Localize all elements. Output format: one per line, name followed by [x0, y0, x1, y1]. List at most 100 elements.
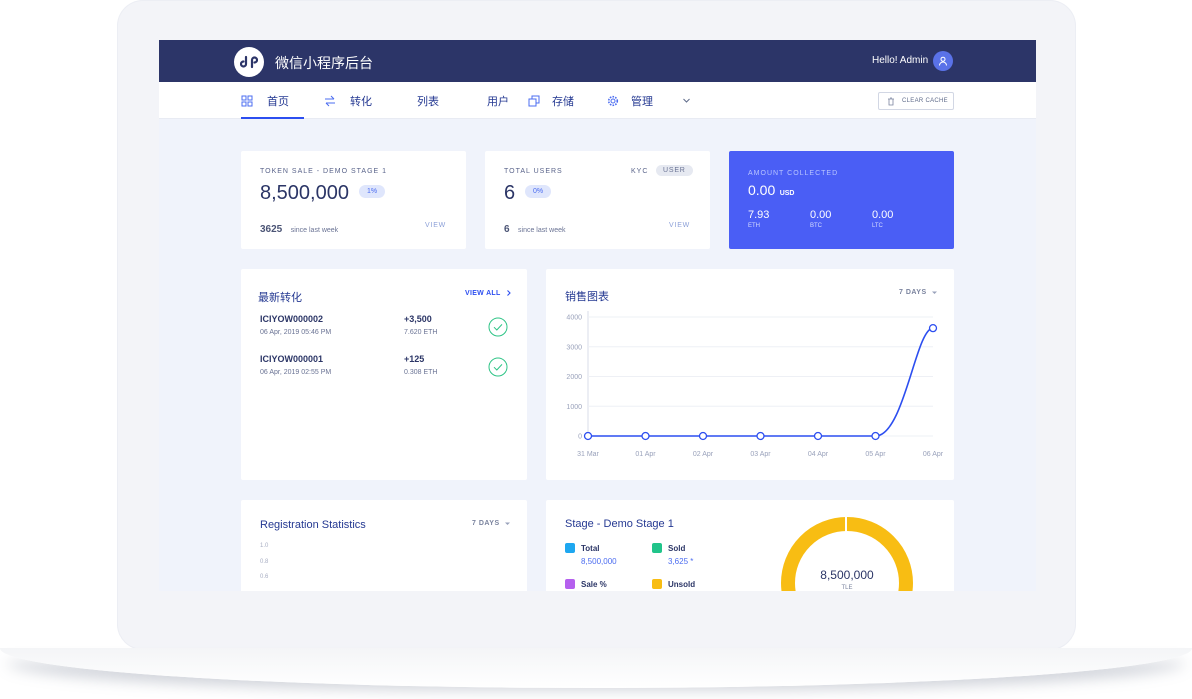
check-circle-icon	[488, 357, 508, 377]
trash-icon	[888, 97, 894, 105]
data-point	[756, 431, 765, 441]
legend-value: 3,625 *	[668, 557, 694, 566]
nav-item-convert[interactable]: 转化	[324, 82, 372, 119]
list-item[interactable]: ICIYOW000001 06 Apr, 2019 02:55 PM +125 …	[260, 354, 512, 384]
list-item[interactable]: ICIYOW000002 06 Apr, 2019 05:46 PM +3,50…	[260, 314, 512, 344]
registration-title: Registration Statistics	[260, 519, 366, 531]
y-tick-label: 4000	[566, 315, 582, 322]
token-since-value: 3625	[260, 224, 283, 235]
y-tick: 0.8	[260, 559, 269, 565]
registration-range-label: 7 DAYS	[472, 520, 500, 527]
y-tick-label: 1000	[566, 404, 582, 411]
legend-swatch	[652, 579, 662, 589]
legend-swatch	[565, 543, 575, 553]
registration-range-dropdown[interactable]: 7 DAYS	[472, 520, 511, 527]
legend-name: Total	[581, 544, 600, 553]
nav-item-home[interactable]: 首页	[241, 82, 304, 119]
view-all-link[interactable]: VIEW ALL	[465, 289, 513, 297]
amount-unit: USD	[779, 190, 795, 197]
grid-icon	[241, 95, 253, 106]
dashboard-screen: 微信小程序后台 Hello! Admin 首页 转化 列表 用户 存储 管理 C…	[159, 40, 1036, 591]
coin-btc: 0.00 BTC	[810, 209, 831, 229]
y-tick-label: 0	[578, 434, 582, 441]
x-tick-label: 02 Apr	[693, 451, 714, 458]
total-users-badge: 0%	[525, 185, 552, 198]
token-since-text: since last week	[290, 227, 339, 234]
kyc-tag[interactable]: KYC	[631, 168, 648, 175]
legend-name: Unsold	[668, 580, 696, 589]
main-nav: 首页 转化 列表 用户 存储 管理 CLEAR CACHE	[159, 82, 1036, 119]
nav-item-list[interactable]: 列表	[417, 82, 439, 119]
stage-title: Stage - Demo Stage 1	[565, 518, 674, 530]
registration-card: Registration Statistics 7 DAYS 1.0 0.8 0…	[241, 500, 527, 591]
conversion-eth: 7.620 ETH	[404, 329, 438, 336]
swap-icon	[325, 95, 335, 106]
conversion-id: ICIYOW000001	[260, 354, 324, 364]
recent-title: 最新转化	[258, 291, 302, 304]
nav-more-dropdown[interactable]	[682, 82, 691, 119]
nav-label: 转化	[350, 94, 372, 108]
token-view-link[interactable]: VIEW	[425, 222, 446, 229]
total-users-label: TOTAL USERS	[504, 168, 563, 175]
nav-item-users[interactable]: 用户	[487, 82, 509, 119]
x-tick-label: 04 Apr	[808, 451, 829, 458]
x-tick-label: 01 Apr	[635, 451, 656, 458]
series-line	[588, 327, 934, 437]
coin-ltc: 0.00 LTC	[872, 209, 893, 229]
legend-value: 8,500,000	[581, 557, 617, 566]
token-sale-label: TOKEN SALE - DEMO STAGE 1	[260, 168, 388, 175]
sales-chart-card: 销售图表 7 DAYS 4000 3000 2000 1000 0 31 Mar 01 Ap…	[546, 269, 954, 480]
data-point	[641, 431, 650, 441]
clear-cache-button[interactable]: CLEAR CACHE	[878, 92, 954, 110]
chevron-down-icon	[683, 98, 690, 103]
top-bar: 微信小程序后台 Hello! Admin	[159, 40, 1036, 82]
data-point	[813, 431, 823, 441]
legend-swatch	[565, 579, 575, 589]
gear-icon	[607, 95, 619, 106]
data-point	[871, 431, 880, 441]
x-tick-label: 05 Apr	[865, 451, 886, 458]
donut-center-value: 8,500,000	[820, 568, 874, 582]
y-tick: 0.6	[260, 574, 269, 580]
check-circle-icon	[488, 317, 508, 337]
nav-item-manage[interactable]: 管理	[607, 82, 653, 119]
sales-line-chart: 4000 3000 2000 1000 0 31 Mar 01 Apr 02 Apr 03 Ap…	[566, 311, 944, 458]
data-point	[698, 431, 708, 441]
token-sale-badge: 1%	[359, 185, 386, 198]
clear-cache-label: CLEAR CACHE	[902, 98, 948, 104]
conversion-amount: +125	[404, 354, 425, 364]
chevron-right-icon	[506, 290, 511, 296]
y-tick-label: 3000	[566, 344, 582, 351]
y-tick-label: 2000	[566, 374, 582, 381]
app-logo-icon[interactable]	[234, 47, 264, 77]
caret-down-icon	[504, 522, 510, 525]
users-since-value: 6	[504, 224, 510, 235]
coin-eth: 7.93 ETH	[748, 209, 769, 229]
nav-item-storage[interactable]: 存储	[528, 82, 574, 119]
conversion-amount: +3,500	[404, 314, 432, 324]
nav-label: 用户	[487, 94, 509, 108]
legend-name: Sale %	[581, 580, 607, 589]
users-view-link[interactable]: VIEW	[669, 222, 690, 229]
amount-collected-card: AMOUNT COLLECTED 0.00 USD 7.93 ETH 0.00 …	[729, 151, 954, 249]
user-tag[interactable]: USER	[656, 165, 693, 176]
y-tick: 1.0	[260, 543, 269, 549]
token-sale-card: TOKEN SALE - DEMO STAGE 1 8,500,000 1% 3…	[241, 151, 466, 249]
total-users-value: 6	[504, 182, 516, 204]
stage-card: Stage - Demo Stage 1 Total 8,500,000 Sol…	[546, 500, 954, 591]
donut-center-unit: TLE	[841, 585, 853, 591]
user-greeting: Hello! Admin	[872, 55, 929, 66]
app-title: 微信小程序后台	[275, 56, 373, 72]
conversion-eth: 0.308 ETH	[404, 369, 438, 376]
legend-swatch	[652, 543, 662, 553]
amount-label: AMOUNT COLLECTED	[748, 170, 839, 177]
nav-label: 存储	[552, 94, 574, 108]
user-avatar-icon[interactable]	[933, 51, 953, 71]
laptop-base	[0, 648, 1192, 688]
nav-label: 列表	[417, 94, 439, 108]
legend-name: Sold	[668, 544, 686, 553]
total-users-card: TOTAL USERS KYC USER 6 0% 6 since last w…	[485, 151, 710, 249]
nav-label: 管理	[631, 94, 653, 108]
conversion-date: 06 Apr, 2019 02:55 PM	[260, 369, 332, 376]
coin-value: 7.93	[748, 209, 770, 221]
